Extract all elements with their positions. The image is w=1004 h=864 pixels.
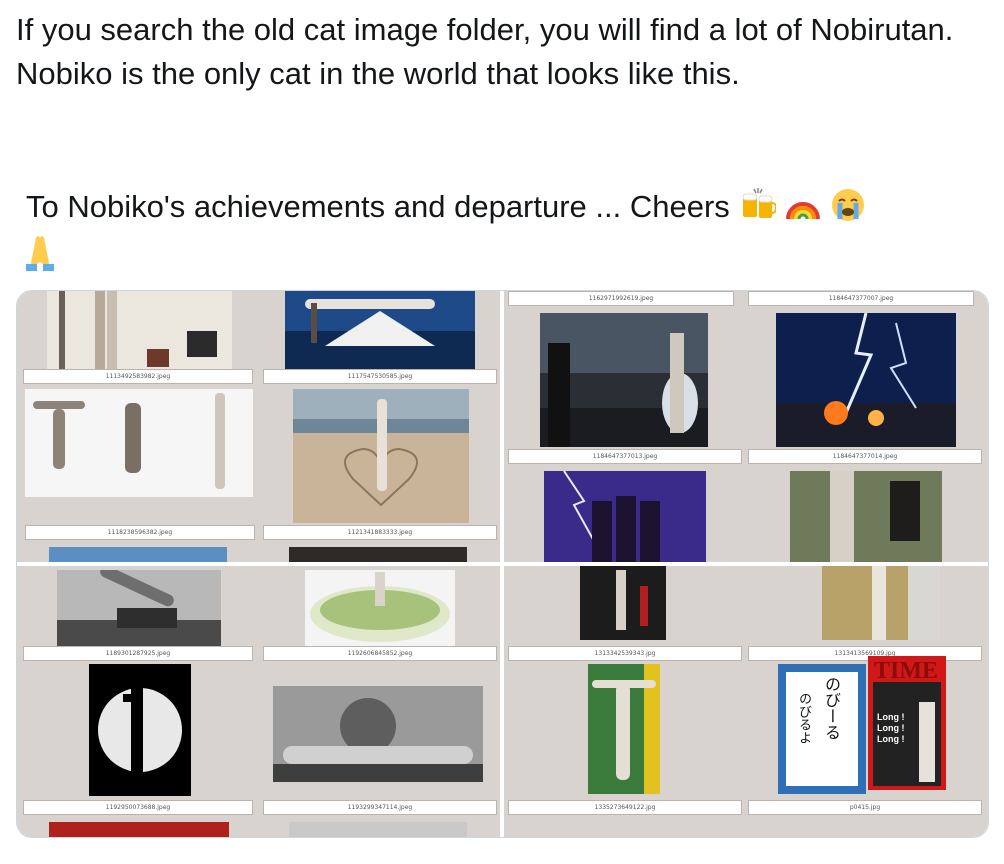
thumbnail-long-cat-pose xyxy=(588,664,660,794)
tweet-paragraph-2-line: To Nobiko's achievements and departure .… xyxy=(26,185,864,229)
media-image-4[interactable]: 1313342539343.jpg 1313413569109.jpg 1335… xyxy=(504,566,988,837)
thumbnail-mountain-cat xyxy=(285,291,475,369)
image-caption: 1313413569109.jpg xyxy=(748,646,982,661)
media-image-2[interactable]: 1162971992619.jpeg 1184647377007.jpeg 11… xyxy=(504,291,988,562)
folded-hands-icon xyxy=(16,232,64,272)
image-caption: 1189301287925.jpeg xyxy=(23,646,253,661)
thumbnail-dancing-cats xyxy=(25,389,253,497)
magazine-brand: TIME xyxy=(874,658,939,684)
rainbow-icon xyxy=(785,187,821,221)
media-image-1[interactable]: 1113492583982.jpeg 1117547530585.jpeg 11… xyxy=(17,291,500,562)
thumbnail-lightning-city xyxy=(776,313,956,447)
image-caption: 1118238596382.jpeg xyxy=(25,525,255,540)
magazine-headline-line: Long ! xyxy=(877,734,905,744)
image-caption: 1184647377014.jpeg xyxy=(748,449,982,464)
thumbnail-flag-raising xyxy=(57,570,221,646)
image-caption: 1313342539343.jpg xyxy=(508,646,742,661)
image-caption: 1117547530585.jpeg xyxy=(263,369,497,384)
thumbnail-three-cats-purple xyxy=(544,471,706,562)
magazine-headline-line: Long ! xyxy=(877,712,905,722)
magazine-headline-line: Long ! xyxy=(877,723,905,733)
thumbnail-beach-heart xyxy=(293,389,469,523)
thumbnail-book-cover: のびーる のびるよ xyxy=(778,664,866,794)
tweet-text: If you search the old cat image folder, … xyxy=(16,8,976,96)
media-image-3[interactable]: 1189301287925.jpeg 1192606845852.jpeg 11… xyxy=(17,566,500,837)
image-caption: 1335273649122.jpg xyxy=(508,800,742,815)
thumbnail-standing-cat xyxy=(822,566,940,640)
image-caption: p0415.jpg xyxy=(748,800,982,815)
thumbnail-moon-cat xyxy=(89,664,191,796)
image-caption: 1184647377013.jpeg xyxy=(508,449,742,464)
thumbnail-held-cat xyxy=(790,471,942,562)
image-caption: 1193299347114.jpeg xyxy=(263,800,497,815)
thumbnail-noodle-bowl xyxy=(305,570,455,646)
thumbnail-cat-statue xyxy=(580,566,666,640)
tweet-paragraph-2: To Nobiko's achievements and departure .… xyxy=(26,189,730,224)
image-caption: 1184647377007.jpeg xyxy=(748,291,974,306)
image-caption: 1192606845852.jpeg xyxy=(263,646,497,661)
image-caption: 1113492583982.jpeg xyxy=(23,369,253,384)
tweet-media-grid[interactable]: 1113492583982.jpeg 1117547530585.jpeg 11… xyxy=(16,290,989,838)
beer-mugs-icon xyxy=(740,187,778,221)
image-caption: 1162971992619.jpeg xyxy=(508,291,734,306)
thumbnail-partial xyxy=(289,822,467,837)
book-title: のびーる xyxy=(822,676,841,740)
thumbnail-partial xyxy=(289,547,467,562)
thumbnail-room-cat xyxy=(47,291,232,369)
thumbnail-partial xyxy=(49,547,227,562)
thumbnail-partial xyxy=(49,822,229,837)
thumbnail-man-with-cat xyxy=(273,686,483,782)
image-caption: 1192950073688.jpeg xyxy=(23,800,253,815)
thumbnail-cat-storm xyxy=(540,313,708,447)
thumbnail-time-magazine: TIME Long ! Long ! Long ! xyxy=(868,656,946,790)
book-subtitle: のびるよ xyxy=(796,692,811,744)
image-caption: 1121341883333.jpeg xyxy=(263,525,497,540)
crying-face-icon xyxy=(830,187,864,221)
tweet-paragraph-1: If you search the old cat image folder, … xyxy=(16,12,954,91)
